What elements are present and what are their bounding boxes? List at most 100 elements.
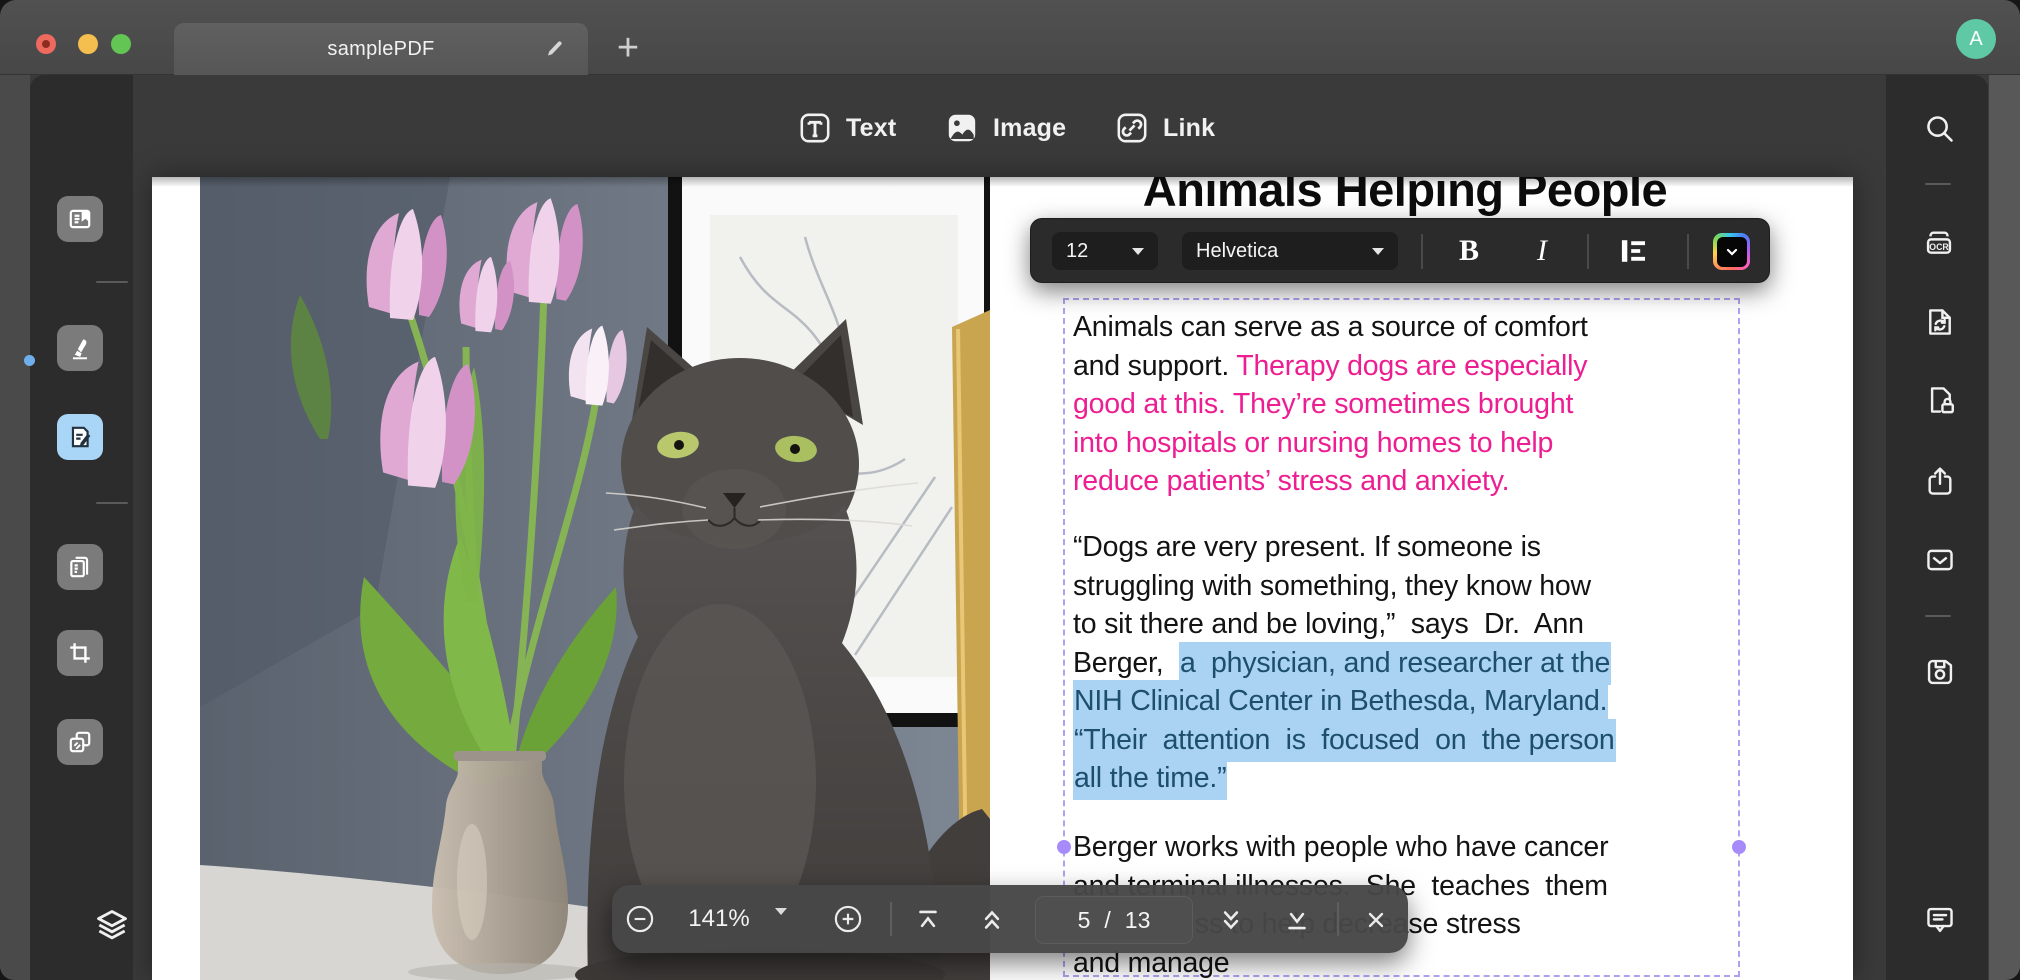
sidebar-item-watermark[interactable]: [57, 719, 103, 765]
left-edge-strip: [0, 75, 30, 980]
unsaved-indicator-dot: [42, 40, 50, 48]
chevron-down-icon: [775, 908, 787, 932]
text-line[interactable]: and support. Therapy dogs are especially: [1073, 347, 1587, 386]
sidebar-item-protect[interactable]: [1923, 383, 1957, 417]
last-page-button[interactable]: [1281, 904, 1313, 936]
sidebar-item-feedback[interactable]: [1923, 903, 1957, 937]
pdf-page: Animals Helping People Animals can serve…: [152, 177, 1853, 980]
chevron-down-icon: [1132, 248, 1144, 255]
zoom-level-dropdown[interactable]: [775, 915, 787, 933]
avatar[interactable]: A: [1956, 19, 1996, 59]
bold-button[interactable]: B: [1449, 231, 1489, 271]
font-family-dropdown[interactable]: Helvetica: [1182, 232, 1398, 270]
font-family-value: Helvetica: [1196, 240, 1278, 263]
rename-pencil-icon[interactable]: [542, 37, 566, 61]
text-line[interactable]: struggling with something, they know how: [1073, 567, 1591, 606]
font-size-dropdown[interactable]: 12: [1052, 232, 1158, 270]
chevron-down-icon: [1724, 244, 1740, 260]
text-line[interactable]: to sit there and be loving,” says Dr. An…: [1073, 605, 1584, 644]
sidebar-item-reader[interactable]: [57, 196, 103, 242]
text-format-toolbar: 12 Helvetica B I: [1030, 218, 1770, 283]
divider: [890, 902, 892, 936]
sidebar-item-save[interactable]: [1923, 655, 1957, 689]
bold-label: B: [1459, 234, 1479, 268]
sidebar-item-edit[interactable]: [57, 414, 103, 460]
sidebar-item-convert[interactable]: [1923, 305, 1957, 339]
zoom-level-value[interactable]: 141%: [674, 905, 764, 933]
right-edge-strip: [1988, 75, 2020, 980]
italic-button[interactable]: I: [1522, 231, 1562, 271]
text-line[interactable]: Berger, a physician, and researcher at t…: [1073, 644, 1611, 683]
image-tool-label: Image: [993, 114, 1066, 143]
text-tool-label: Text: [846, 114, 896, 143]
font-size-value: 12: [1066, 240, 1088, 263]
divider: [1587, 234, 1589, 269]
text-line[interactable]: good at this. They’re sometimes brought: [1073, 385, 1573, 424]
insert-link-button[interactable]: Link: [1114, 108, 1215, 148]
avatar-initial: A: [1969, 28, 1982, 51]
sidebar-item-mail[interactable]: [1923, 543, 1957, 577]
selection-handle-left[interactable]: [1057, 840, 1071, 854]
previous-page-button[interactable]: [976, 904, 1008, 936]
text-line[interactable]: into hospitals or nursing homes to help: [1073, 424, 1553, 463]
insert-text-button[interactable]: Text: [797, 108, 896, 148]
minimize-window-button[interactable]: [78, 34, 98, 54]
divider: [96, 281, 128, 283]
italic-label: I: [1537, 234, 1547, 268]
first-page-button[interactable]: [912, 904, 944, 936]
sidebar-item-search[interactable]: [1923, 112, 1957, 146]
close-toolbar-button[interactable]: [1360, 904, 1392, 936]
sidebar-item-organize-pages[interactable]: [57, 544, 103, 590]
current-page: 5: [1078, 907, 1091, 934]
divider: [1925, 615, 1951, 617]
titlebar: samplePDF + A: [0, 0, 2020, 75]
page-divider: /: [1104, 907, 1110, 934]
sidebar-item-ocr[interactable]: OCR: [1922, 226, 1956, 260]
divider: [1687, 234, 1689, 269]
text-line[interactable]: “Their attention is focused on the perso…: [1073, 721, 1616, 760]
font-color-picker[interactable]: [1713, 233, 1750, 270]
text-line[interactable]: NIH Clinical Center in Bethesda, Marylan…: [1073, 682, 1608, 721]
chevron-down-icon: [1372, 248, 1384, 255]
zoom-page-toolbar: 141% 5 / 13: [612, 885, 1408, 953]
text-line[interactable]: “Dogs are very present. If someone is: [1073, 528, 1541, 567]
selected-text-block[interactable]: Animals can serve as a source of comfort…: [1063, 298, 1740, 977]
insert-image-button[interactable]: Image: [944, 108, 1066, 148]
cat-photo[interactable]: [200, 177, 990, 980]
sidebar-item-annotate[interactable]: [57, 325, 103, 371]
link-tool-label: Link: [1163, 114, 1215, 143]
tab-title: samplePDF: [327, 38, 434, 61]
text-line[interactable]: Berger works with people who have cancer: [1073, 828, 1608, 867]
selection-handle-right[interactable]: [1732, 840, 1746, 854]
right-sidebar: OCR: [1886, 75, 1988, 980]
link-tool-icon: [1114, 110, 1150, 146]
new-tab-button[interactable]: +: [608, 28, 648, 68]
divider: [1337, 902, 1339, 936]
text-tool-icon: [797, 110, 833, 146]
text-line[interactable]: reduce patients’ stress and anxiety.: [1073, 462, 1509, 501]
svg-text:OCR: OCR: [1929, 242, 1949, 252]
left-sidebar: [30, 75, 133, 980]
app-window: Animals Helping People Animals can serve…: [0, 0, 2020, 980]
zoom-window-button[interactable]: [111, 34, 131, 54]
alignment-button[interactable]: [1615, 233, 1651, 269]
image-tool-icon: [944, 110, 980, 146]
zoom-out-button[interactable]: [624, 903, 656, 935]
page-number-box[interactable]: 5 / 13: [1035, 896, 1193, 944]
close-window-button[interactable]: [36, 34, 56, 54]
text-line[interactable]: Animals can serve as a source of comfort: [1073, 308, 1588, 347]
text-line[interactable]: all the time.”: [1073, 759, 1227, 798]
next-page-button[interactable]: [1215, 904, 1247, 936]
sidebar-item-share[interactable]: [1923, 465, 1957, 499]
page-indicator-dot[interactable]: [24, 355, 35, 366]
divider: [96, 502, 128, 504]
divider: [1421, 234, 1423, 269]
sidebar-item-crop[interactable]: [57, 630, 103, 676]
sidebar-item-layers[interactable]: [93, 906, 131, 944]
page-top-shadow: [152, 177, 1853, 187]
zoom-in-button[interactable]: [832, 903, 864, 935]
divider: [1925, 183, 1951, 185]
total-pages: 13: [1125, 907, 1151, 934]
align-left-icon: [1615, 233, 1651, 269]
document-tab[interactable]: samplePDF: [174, 23, 588, 75]
